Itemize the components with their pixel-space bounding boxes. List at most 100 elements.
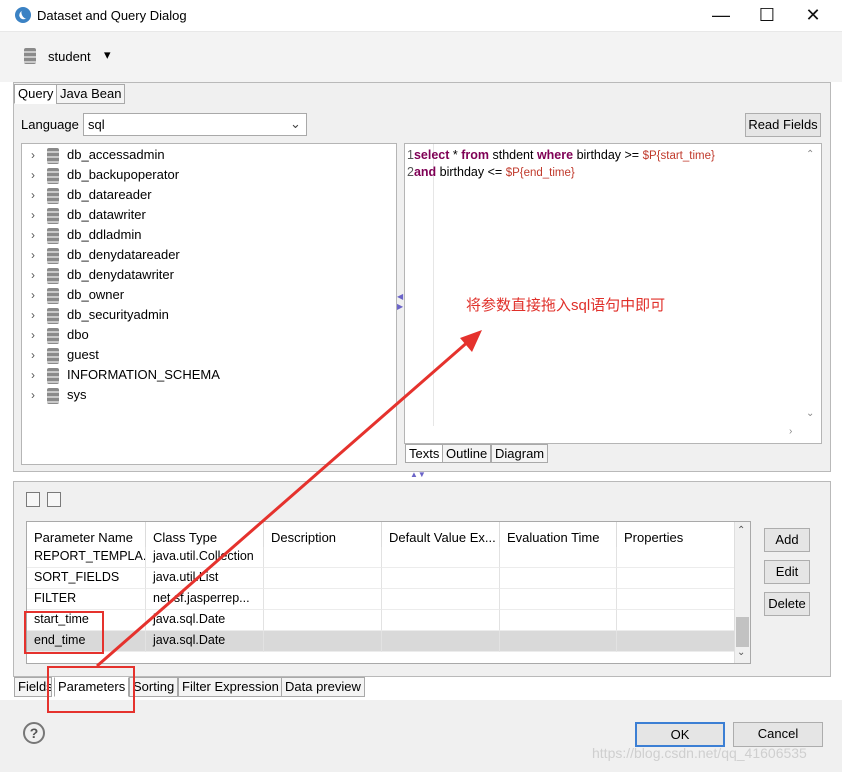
table-cell[interactable] [617,610,735,631]
expand-chevron-icon[interactable]: › [31,348,35,362]
highlight-box-params [24,611,104,654]
table-cell[interactable] [500,589,617,610]
cancel-button[interactable]: Cancel [733,722,823,747]
scroll-down-icon[interactable]: ⌄ [737,647,745,658]
annotation-text: 将参数直接拖入sql语句中即可 [466,297,666,314]
expand-chevron-icon[interactable]: › [31,168,35,182]
help-icon[interactable]: ? [23,722,45,744]
chevron-down-icon: ⌄ [290,116,301,131]
expand-chevron-icon[interactable]: › [31,208,35,222]
scroll-up-icon[interactable]: ⌃ [737,525,745,536]
expand-chevron-icon[interactable]: › [31,148,35,162]
table-cell[interactable] [264,631,382,652]
close-button[interactable]: ✕ [790,0,836,32]
schema-icon [47,148,59,164]
schema-tree[interactable]: › db_accessadmin › db_backupoperator › db_dat… [21,143,397,465]
expand-chevron-icon[interactable]: › [31,268,35,282]
tab-texts[interactable]: Texts [405,444,444,463]
splitter-arrows-icon[interactable]: ◀ ▶ [397,292,403,312]
table-cell[interactable]: net.sf.jasperrep... [146,589,264,610]
table-cell[interactable] [500,631,617,652]
expand-chevron-icon[interactable]: › [31,368,35,382]
tab-diagram[interactable]: Diagram [491,444,549,463]
tree-item[interactable]: › db_datawriter [22,206,392,226]
dataset-header [0,32,842,82]
table-cell[interactable] [382,568,500,589]
table-cell[interactable]: java.sql.Date [146,631,264,652]
table-cell[interactable]: SORT_FIELDS [27,568,146,589]
tree-item[interactable]: › db_securityadmin [22,306,392,326]
table-cell[interactable] [264,610,382,631]
table-cell[interactable] [382,547,500,568]
tree-item[interactable]: › db_denydatawriter [22,266,392,286]
tab-query[interactable]: Query [14,84,58,104]
table-cell[interactable] [617,568,735,589]
table-cell[interactable] [382,631,500,652]
tree-item[interactable]: › guest [22,346,392,366]
dataset-dropdown-icon[interactable]: ▾ [104,47,111,63]
app-logo-icon [15,7,31,23]
horizontal-splitter-icon[interactable]: ▲▼ [410,470,426,479]
table-cell[interactable] [264,547,382,568]
scroll-down-icon[interactable]: ⌄ [806,408,814,419]
minimize-button[interactable]: — [698,0,744,32]
tree-item[interactable]: › sys [22,386,392,406]
tree-item[interactable]: › INFORMATION_SCHEMA [22,366,392,386]
scroll-up-icon[interactable]: ⌃ [806,149,814,160]
tree-item-label: db_securityadmin [67,307,169,322]
expand-chevron-icon[interactable]: › [31,388,35,402]
tree-item-label: guest [67,347,99,362]
tree-item[interactable]: › dbo [22,326,392,346]
export-parameters-icon[interactable] [47,492,61,507]
expand-chevron-icon[interactable]: › [31,288,35,302]
maximize-button[interactable]: ☐ [744,0,790,32]
table-cell[interactable] [382,610,500,631]
table-cell[interactable] [500,568,617,589]
tab-data-preview[interactable]: Data preview [281,677,365,697]
table-cell[interactable] [382,589,500,610]
tree-item[interactable]: › db_denydatareader [22,246,392,266]
table-cell[interactable] [500,547,617,568]
dataset-name[interactable]: student [48,49,91,64]
import-parameters-icon[interactable] [26,492,40,507]
tree-item[interactable]: › db_accessadmin [22,146,392,166]
tab-java-bean[interactable]: Java Bean [56,84,126,104]
tree-item-label: sys [67,387,87,402]
table-cell[interactable] [264,589,382,610]
tab-filter-expression[interactable]: Filter Expression [178,677,283,697]
table-cell[interactable]: java.util.Collection [146,547,264,568]
tree-item[interactable]: › db_datareader [22,186,392,206]
expand-chevron-icon[interactable]: › [31,308,35,322]
table-cell[interactable]: FILTER [27,589,146,610]
table-cell[interactable]: java.util.List [146,568,264,589]
tree-item-label: db_accessadmin [67,147,165,162]
line-number-gutter [405,144,434,426]
table-cell[interactable] [264,568,382,589]
table-cell[interactable]: java.sql.Date [146,610,264,631]
table-cell[interactable] [617,631,735,652]
schema-icon [47,268,59,284]
ok-button[interactable]: OK [635,722,725,747]
read-fields-button[interactable]: Read Fields [745,113,821,137]
scrollbar-thumb[interactable] [736,617,749,647]
edit-button[interactable]: Edit [764,560,810,584]
table-cell[interactable]: REPORT_TEMPLA... [27,547,146,568]
database-icon [24,48,36,64]
add-button[interactable]: Add [764,528,810,552]
tree-item[interactable]: › db_backupoperator [22,166,392,186]
scroll-right-icon[interactable]: › [789,426,792,437]
tab-outline[interactable]: Outline [442,444,492,463]
expand-chevron-icon[interactable]: › [31,188,35,202]
table-cell[interactable] [500,610,617,631]
tab-sorting[interactable]: Sorting [129,677,179,697]
expand-chevron-icon[interactable]: › [31,328,35,342]
tree-item[interactable]: › db_owner [22,286,392,306]
tree-item[interactable]: › db_ddladmin [22,226,392,246]
expand-chevron-icon[interactable]: › [31,228,35,242]
highlight-box-tab [47,666,135,713]
expand-chevron-icon[interactable]: › [31,248,35,262]
table-cell[interactable] [617,547,735,568]
delete-button[interactable]: Delete [764,592,810,616]
language-select[interactable]: sql ⌄ [83,113,307,136]
table-cell[interactable] [617,589,735,610]
